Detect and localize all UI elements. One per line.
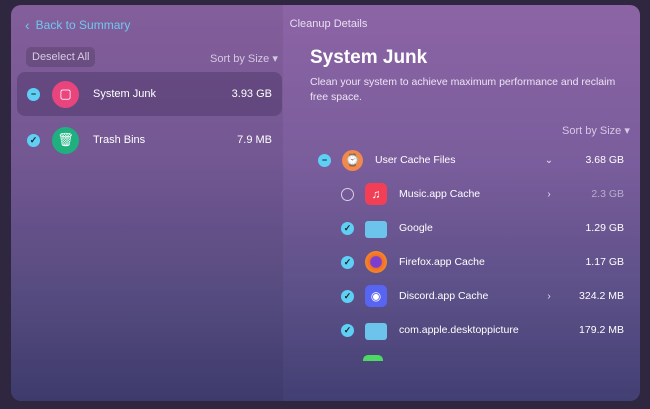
list-item[interactable]: ♫ Music.app Cache › 2.3 GB xyxy=(341,179,624,209)
list-item[interactable]: ✓ Firefox.app Cache 1.17 GB xyxy=(341,247,624,277)
unchecked-icon[interactable] xyxy=(341,187,354,201)
music-icon: ♫ xyxy=(365,183,387,205)
section-description: Clean your system to achieve maximum per… xyxy=(310,76,616,103)
partial-app-icon xyxy=(363,355,383,361)
list-item[interactable]: ✓ ◉ Discord.app Cache › 324.2 MB xyxy=(341,281,624,311)
folder-icon xyxy=(365,323,387,340)
chevron-down-icon[interactable]: ⌄ xyxy=(534,155,564,166)
cleanup-window: ‹ Back to Summary Cleanup Details Deselec… xyxy=(11,5,640,401)
discord-icon: ◉ xyxy=(365,285,387,307)
list-item[interactable]: ✓ Google 1.29 GB xyxy=(341,213,624,243)
category-trash-bins[interactable]: ✓ 🗑 Trash Bins 7.9 MB xyxy=(17,118,282,162)
trash-icon: 🗑 xyxy=(52,126,79,154)
checked-icon[interactable]: ✓ xyxy=(341,221,354,235)
folder-icon xyxy=(365,221,387,238)
chevron-right-icon[interactable]: › xyxy=(534,189,564,200)
firefox-icon xyxy=(365,251,387,273)
checked-icon[interactable]: ✓ xyxy=(341,255,354,269)
deselect-all-button[interactable]: Deselect All xyxy=(26,47,96,67)
main-sort-dropdown[interactable]: Sort by Size ▾ xyxy=(562,124,630,137)
checked-icon[interactable]: ✓ xyxy=(341,323,354,337)
group-user-cache-files[interactable]: − ⌚ User Cache Files ⌄ 3.68 GB xyxy=(318,145,624,175)
window-title: Cleanup Details xyxy=(289,18,368,30)
partial-check-icon[interactable]: − xyxy=(27,87,40,101)
partial-check-icon[interactable]: − xyxy=(318,153,331,167)
section-title: System Junk xyxy=(310,47,428,68)
checked-icon[interactable]: ✓ xyxy=(341,289,354,303)
left-sort-dropdown[interactable]: Sort by Size ▾ xyxy=(210,52,278,65)
category-system-junk[interactable]: − ▢ System Junk 3.93 GB xyxy=(17,72,282,116)
checked-icon[interactable]: ✓ xyxy=(27,133,40,147)
chevron-right-icon[interactable]: › xyxy=(534,291,564,302)
system-junk-icon: ▢ xyxy=(52,80,79,108)
user-cache-icon: ⌚ xyxy=(342,149,363,171)
list-item[interactable]: ✓ com.apple.desktoppicture 179.2 MB xyxy=(341,315,624,345)
